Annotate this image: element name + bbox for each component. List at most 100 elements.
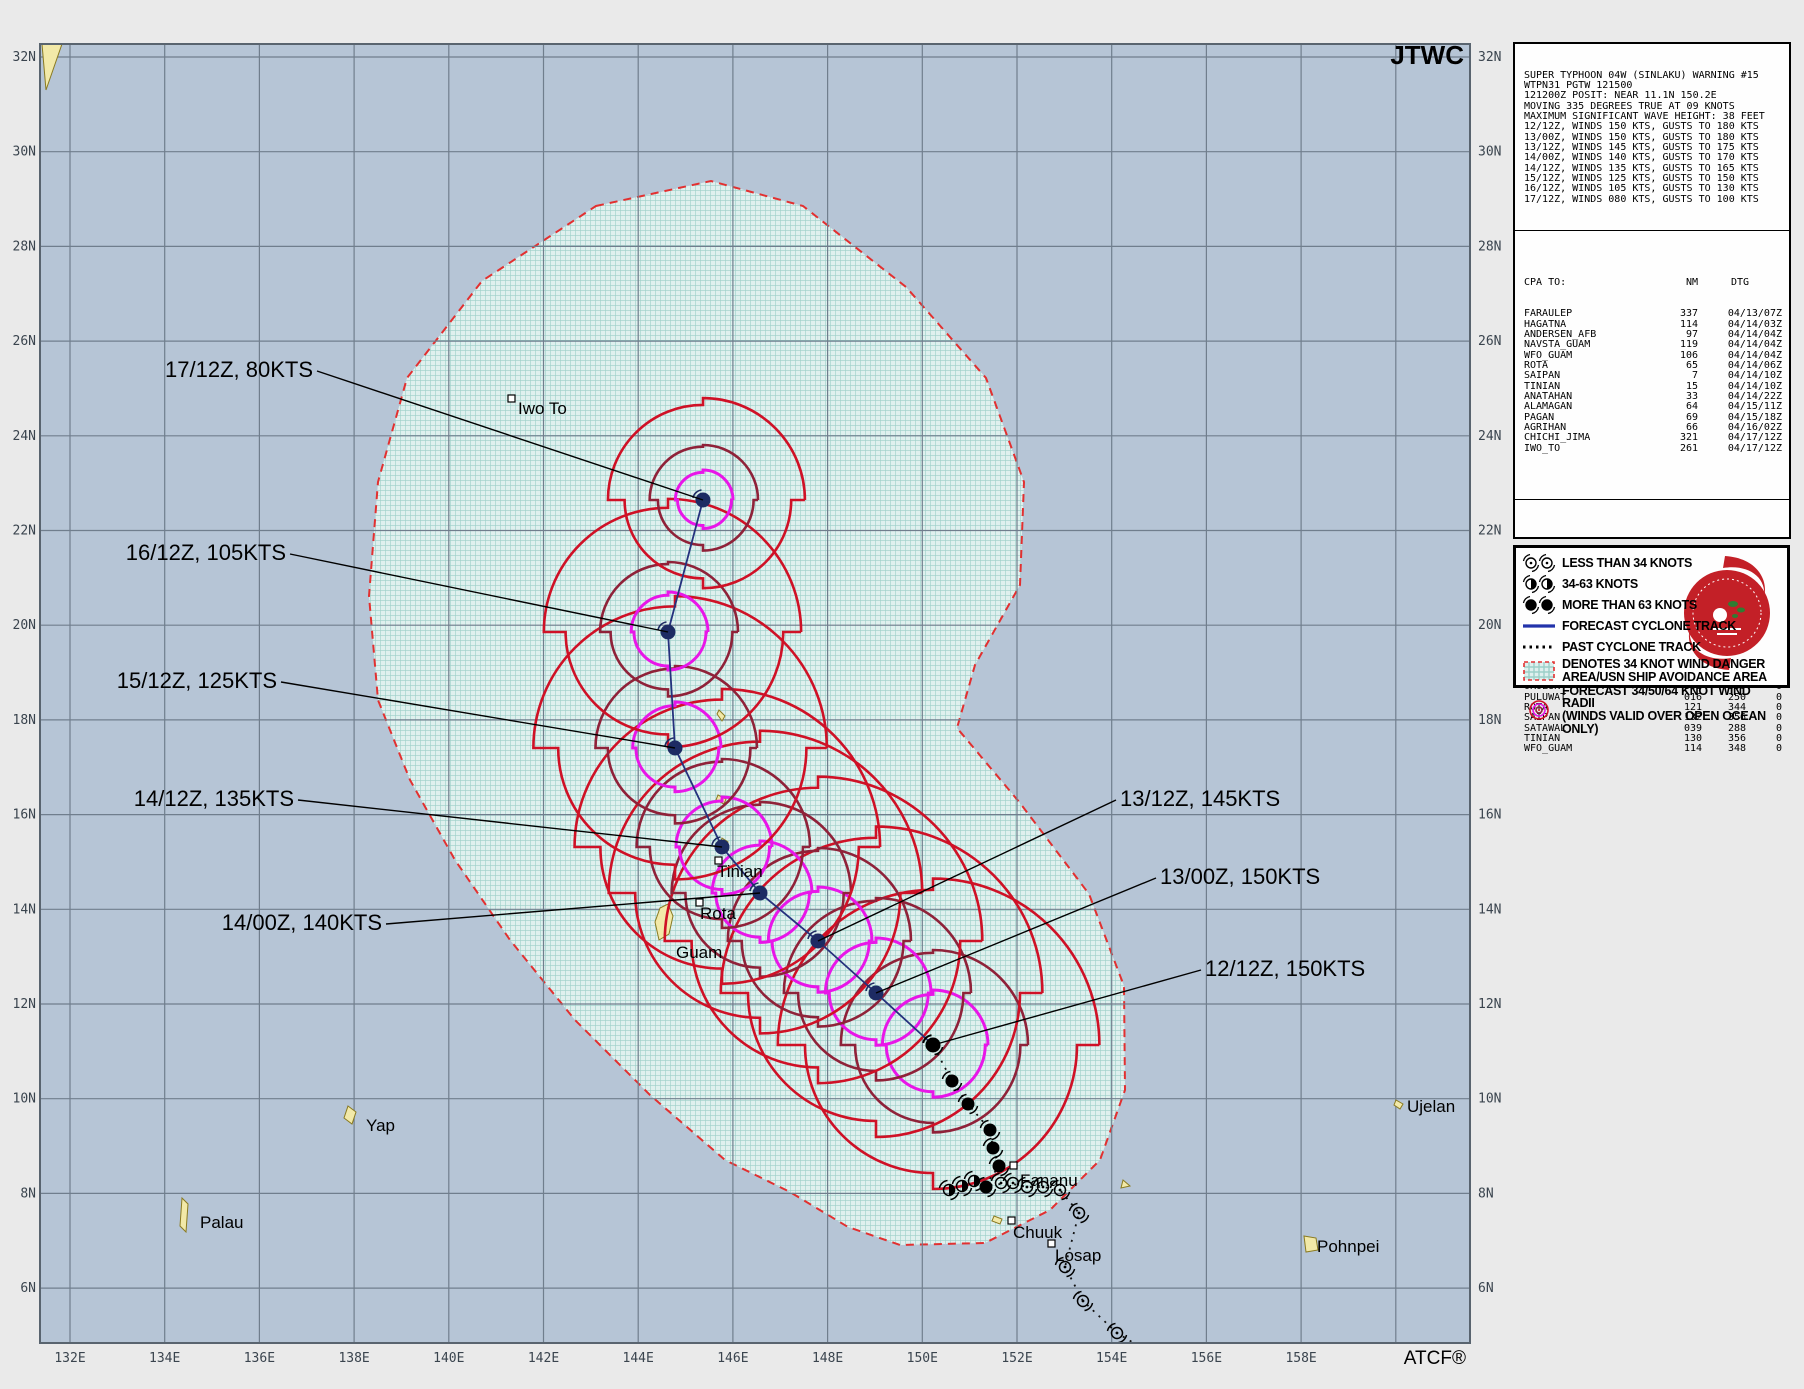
svg-text:14N: 14N	[13, 902, 36, 917]
svg-text:6N: 6N	[1478, 1281, 1494, 1296]
ts-symbol-icon	[1521, 574, 1557, 594]
place-label: Ujelan	[1407, 1097, 1455, 1116]
danger-area-icon	[1521, 661, 1557, 681]
place-label: Pohnpei	[1317, 1237, 1379, 1256]
svg-text:156E: 156E	[1191, 1351, 1222, 1366]
cpa-row: IWO_TO26104/17/12Z	[1524, 444, 1782, 454]
legend-panel: LESS THAN 34 KNOTS 34-63 KNOTS MORE THAN 6…	[1513, 545, 1790, 688]
track-point-label: 13/00Z, 150KTS	[1160, 864, 1320, 889]
svg-text:16N: 16N	[1478, 808, 1501, 823]
svg-text:10N: 10N	[1478, 1092, 1501, 1107]
jtwc-warning-graphic: { "colors":{"ocean":"#b6c5d6","margin":"…	[0, 0, 1804, 1389]
legend-item: FORECAST 34/50/64 KNOT WIND RADII (WINDS…	[1521, 685, 1782, 736]
legend-label: PAST CYCLONE TRACK	[1562, 641, 1701, 654]
legend-rows: LESS THAN 34 KNOTS 34-63 KNOTS MORE THAN 6…	[1521, 553, 1782, 736]
svg-text:8N: 8N	[1478, 1186, 1494, 1201]
track-point-label: 16/12Z, 105KTS	[126, 540, 286, 565]
cpa-table: CPA TO: NM DTG FARAULEP33704/13/07ZHAGAT…	[1515, 252, 1789, 479]
svg-text:6N: 6N	[20, 1281, 36, 1296]
island-icon	[180, 1198, 188, 1232]
track-point-label: 14/00Z, 140KTS	[222, 910, 382, 935]
warning-lines: SUPER TYPHOON 04W (SINLAKU) WARNING #15W…	[1515, 65, 1789, 209]
svg-text:132E: 132E	[54, 1351, 85, 1366]
legend-item: MORE THAN 63 KNOTS	[1521, 595, 1782, 615]
svg-text:20N: 20N	[13, 618, 36, 633]
cpa-table-header: CPA TO: NM DTG	[1524, 278, 1782, 288]
jtwc-title: JTWC	[1390, 40, 1464, 70]
svg-text:138E: 138E	[338, 1351, 369, 1366]
track-point-label: 14/12Z, 135KTS	[134, 786, 294, 811]
island-icon	[1304, 1236, 1318, 1252]
warning-text-panel: SUPER TYPHOON 04W (SINLAKU) WARNING #15W…	[1513, 42, 1791, 539]
svg-text:154E: 154E	[1096, 1351, 1127, 1366]
place-label: Iwo To	[518, 399, 567, 418]
svg-text:134E: 134E	[149, 1351, 180, 1366]
svg-text:142E: 142E	[528, 1351, 559, 1366]
svg-text:18N: 18N	[13, 713, 36, 728]
legend-item: 34-63 KNOTS	[1521, 574, 1782, 594]
legend-label: 34-63 KNOTS	[1562, 578, 1638, 591]
legend-label: FORECAST 34/50/64 KNOT WIND RADII (WINDS…	[1562, 685, 1782, 736]
place-label: Fananu	[1020, 1171, 1078, 1190]
svg-text:28N: 28N	[1478, 239, 1501, 254]
svg-text:8N: 8N	[20, 1186, 36, 1201]
svg-text:26N: 26N	[1478, 334, 1501, 349]
track-point-label: 17/12Z, 80KTS	[165, 357, 313, 382]
svg-text:152E: 152E	[1001, 1351, 1032, 1366]
track-point-label: 12/12Z, 150KTS	[1205, 956, 1365, 981]
svg-text:14N: 14N	[1478, 902, 1501, 917]
cpa-col-nm: NM	[1658, 278, 1698, 288]
bearing-row: WFO_GUAM1143480	[1524, 744, 1782, 754]
cpa-rows: FARAULEP33704/13/07ZHAGATNA11404/14/03ZA…	[1524, 309, 1782, 454]
place-label: Losap	[1055, 1246, 1101, 1265]
svg-text:12N: 12N	[13, 997, 36, 1012]
svg-text:158E: 158E	[1285, 1351, 1316, 1366]
legend-label: FORECAST CYCLONE TRACK	[1562, 620, 1736, 633]
place-marker	[508, 395, 515, 402]
panel-divider	[1515, 230, 1789, 231]
track-point-label: 15/12Z, 125KTS	[117, 668, 277, 693]
svg-text:16N: 16N	[13, 808, 36, 823]
svg-text:20N: 20N	[1478, 618, 1501, 633]
svg-text:22N: 22N	[1478, 524, 1501, 539]
svg-text:24N: 24N	[13, 429, 36, 444]
svg-text:140E: 140E	[433, 1351, 464, 1366]
place-marker	[1010, 1162, 1017, 1169]
wind-radii-icon	[1521, 700, 1557, 720]
svg-text:12N: 12N	[1478, 997, 1501, 1012]
place-label: Guam	[676, 943, 722, 962]
legend-label: MORE THAN 63 KNOTS	[1562, 599, 1697, 612]
legend-item: FORECAST CYCLONE TRACK	[1521, 616, 1782, 636]
svg-text:18N: 18N	[1478, 713, 1501, 728]
svg-text:28N: 28N	[13, 239, 36, 254]
cpa-title: CPA TO:	[1524, 278, 1658, 288]
legend-label: DENOTES 34 KNOT WIND DANGER AREA/USN SHI…	[1562, 658, 1767, 684]
place-label: Yap	[366, 1116, 395, 1135]
place-label: Palau	[200, 1213, 243, 1232]
svg-text:32N: 32N	[1478, 50, 1501, 65]
svg-text:26N: 26N	[13, 334, 36, 349]
svg-text:148E: 148E	[812, 1351, 843, 1366]
legend-item: PAST CYCLONE TRACK	[1521, 637, 1782, 657]
svg-text:10N: 10N	[13, 1092, 36, 1107]
legend-label: LESS THAN 34 KNOTS	[1562, 557, 1692, 570]
svg-text:136E: 136E	[244, 1351, 275, 1366]
svg-text:30N: 30N	[1478, 145, 1501, 160]
place-marker	[1048, 1240, 1055, 1247]
svg-text:24N: 24N	[1478, 429, 1501, 444]
svg-text:150E: 150E	[907, 1351, 938, 1366]
past-track-icon	[1521, 637, 1557, 657]
atcf-title: ATCF®	[1404, 1348, 1466, 1369]
legend-item: LESS THAN 34 KNOTS	[1521, 553, 1782, 573]
svg-text:146E: 146E	[717, 1351, 748, 1366]
svg-text:22N: 22N	[13, 524, 36, 539]
lt34-symbol-icon	[1521, 553, 1557, 573]
warning-line: 17/12Z, WINDS 080 KTS, GUSTS TO 100 KTS	[1524, 195, 1782, 205]
svg-text:30N: 30N	[13, 145, 36, 160]
gt63-symbol-icon	[1521, 595, 1557, 615]
svg-text:144E: 144E	[623, 1351, 654, 1366]
panel-divider	[1515, 499, 1789, 500]
place-label: Tinian	[717, 862, 763, 881]
track-point-label: 13/12Z, 145KTS	[1120, 786, 1280, 811]
svg-text:32N: 32N	[13, 50, 36, 65]
